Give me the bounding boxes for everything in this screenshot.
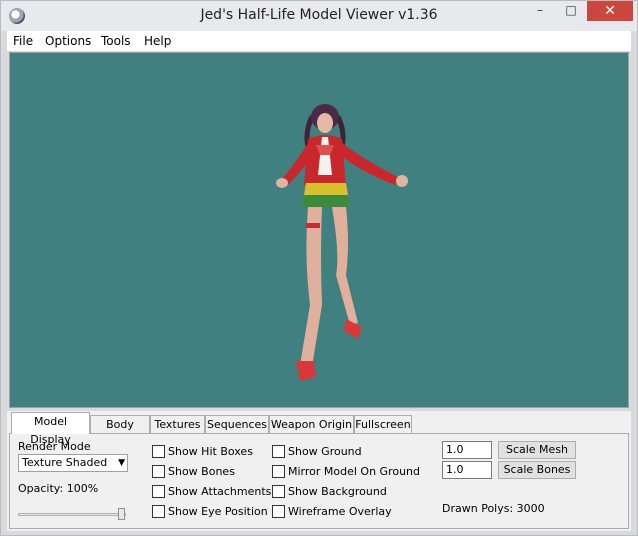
show-attachments-label: Show Attachments	[168, 485, 272, 498]
control-panel: Model Display Body Parts Textures Sequen…	[7, 411, 631, 531]
leg-left	[300, 207, 322, 367]
scale-bones-input[interactable]: 1.0	[442, 461, 492, 479]
show-hit-boxes-label: Show Hit Boxes	[168, 445, 253, 458]
scale-bones-button[interactable]: Scale Bones	[498, 461, 576, 479]
garter	[306, 223, 320, 228]
tab-fullscreen[interactable]: Fullscreen	[354, 415, 412, 433]
tab-body-parts[interactable]: Body Parts	[90, 415, 150, 449]
hand-right	[396, 175, 408, 187]
slider-track[interactable]	[18, 513, 126, 516]
wireframe-overlay-checkbox[interactable]	[272, 505, 285, 518]
slider-thumb[interactable]	[118, 508, 125, 520]
close-button[interactable]: ✕	[587, 1, 633, 21]
show-bones-checkbox[interactable]	[152, 465, 165, 478]
character-model	[276, 104, 408, 381]
opacity-slider[interactable]	[18, 508, 126, 520]
menu-help[interactable]: Help	[144, 34, 171, 48]
scale-mesh-button[interactable]: Scale Mesh	[498, 441, 576, 459]
shoe-left	[296, 361, 316, 381]
wireframe-overlay-label: Wireframe Overlay	[288, 505, 392, 518]
tab-sequences[interactable]: Sequences	[205, 415, 269, 433]
app-window: Jed's Half-Life Model Viewer v1.36 – □ ✕…	[0, 0, 638, 536]
chevron-down-icon[interactable]: ▼	[118, 455, 125, 471]
model-display-panel: Render Mode Texture Shaded ▼ Opacity: 10…	[9, 433, 629, 529]
show-ground-checkbox[interactable]	[272, 445, 285, 458]
show-hit-boxes-checkbox[interactable]	[152, 445, 165, 458]
show-attachments-checkbox[interactable]	[152, 485, 165, 498]
hand-left	[276, 178, 288, 188]
show-background-label: Show Background	[288, 485, 387, 498]
face	[317, 113, 333, 133]
shorts	[302, 195, 350, 207]
drawn-polys-label: Drawn Polys: 3000	[442, 502, 545, 515]
title-bar[interactable]: Jed's Half-Life Model Viewer v1.36 – □ ✕	[1, 1, 637, 31]
model-viewport[interactable]	[9, 52, 629, 408]
show-eye-position-label: Show Eye Position	[168, 505, 268, 518]
render-mode-select[interactable]: Texture Shaded ▼	[18, 454, 128, 472]
leg-right	[332, 207, 358, 325]
scale-mesh-input[interactable]: 1.0	[442, 441, 492, 459]
menu-bar: File Options Tools Help	[7, 31, 631, 51]
tab-weapon-origin[interactable]: Weapon Origin	[269, 415, 354, 433]
minimize-button[interactable]: –	[526, 1, 554, 21]
maximize-button[interactable]: □	[557, 1, 585, 21]
arm-right	[340, 143, 398, 185]
tab-model-display[interactable]: Model Display	[11, 412, 90, 446]
tab-textures[interactable]: Textures	[150, 415, 205, 433]
show-eye-position-checkbox[interactable]	[152, 505, 165, 518]
show-ground-label: Show Ground	[288, 445, 362, 458]
menu-file[interactable]: File	[13, 34, 33, 48]
menu-options[interactable]: Options	[45, 34, 91, 48]
mirror-model-label: Mirror Model On Ground	[288, 465, 421, 478]
opacity-label: Opacity: 100%	[18, 482, 99, 495]
show-bones-label: Show Bones	[168, 465, 235, 478]
render-mode-value: Texture Shaded	[22, 456, 108, 469]
menu-tools[interactable]: Tools	[101, 34, 131, 48]
show-background-checkbox[interactable]	[272, 485, 285, 498]
mirror-model-checkbox[interactable]	[272, 465, 285, 478]
